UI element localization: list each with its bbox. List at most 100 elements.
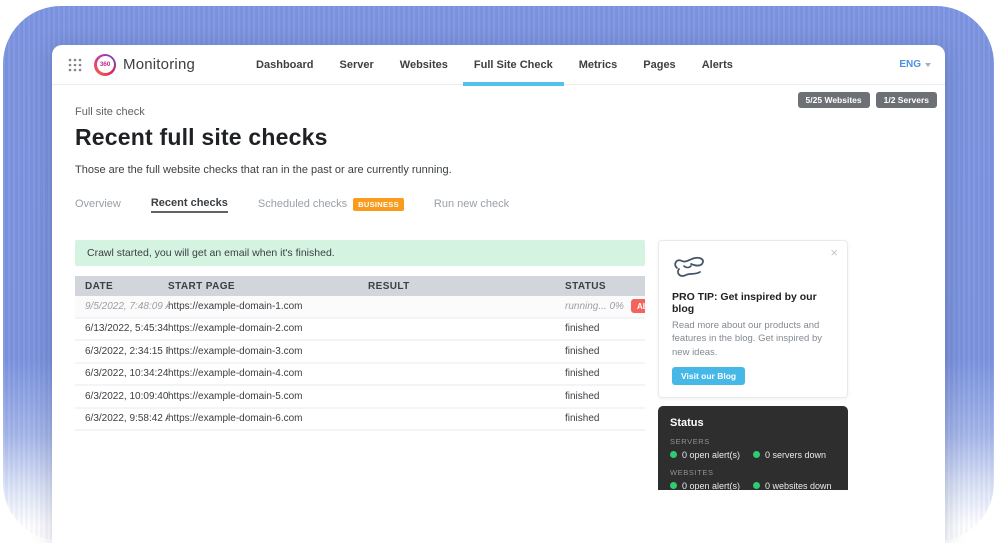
- column-header-result: RESULT: [368, 281, 565, 292]
- column-header-date: DATE: [85, 281, 168, 292]
- cell-start-page: https://example-domain-5.com: [168, 391, 368, 402]
- main-columns: Crawl started, you will get an email whe…: [75, 240, 945, 490]
- green-status-dot-icon: [753, 451, 760, 458]
- status-item: 0 open alert(s): [670, 450, 753, 460]
- nav-item-label: Full Site Check: [474, 59, 553, 71]
- cell-status: finished: [565, 391, 645, 402]
- table-row[interactable]: 6/3/2022, 2:34:15 PM https://example-dom…: [75, 341, 645, 364]
- status-text: finished: [565, 413, 599, 424]
- table-row[interactable]: 6/3/2022, 9:58:42 AM https://example-dom…: [75, 409, 645, 432]
- status-text: finished: [565, 323, 599, 334]
- status-item-label: 0 open alert(s): [682, 481, 740, 490]
- tab-overview[interactable]: Overview: [75, 195, 121, 213]
- status-item-label: 0 open alert(s): [682, 450, 740, 460]
- tab-label: Recent checks: [151, 197, 228, 209]
- app-window: 360 Monitoring Dashboard Server Websites Fu…: [52, 45, 945, 543]
- nav-item-alerts[interactable]: Alerts: [689, 45, 746, 85]
- status-section-heading: WEBSITES: [670, 468, 836, 477]
- column-header-status: STATUS: [565, 281, 645, 292]
- status-section: WEBSITES 0 open alert(s) 0 websites down: [670, 468, 836, 490]
- breadcrumb: Full site check: [75, 106, 945, 118]
- page-content: Full site check Recent full site checks …: [52, 85, 945, 490]
- abort-button[interactable]: Abort: [631, 299, 645, 313]
- apps-grid-icon[interactable]: [68, 58, 82, 72]
- business-badge: BUSINESS: [353, 198, 404, 211]
- pro-tip-body: Read more about our products and feature…: [672, 319, 834, 359]
- status-item: 0 servers down: [753, 450, 836, 460]
- cell-start-page: https://example-domain-1.com: [168, 301, 368, 312]
- cell-status: running... 0% Abort: [565, 299, 645, 313]
- status-text: finished: [565, 346, 599, 357]
- status-section-items: 0 open alert(s) 0 websites down: [670, 481, 836, 490]
- status-section: SERVERS 0 open alert(s) 0 servers down: [670, 437, 836, 460]
- status-section-items: 0 open alert(s) 0 servers down: [670, 450, 836, 460]
- checks-table-header: DATE START PAGE RESULT STATUS: [75, 276, 645, 296]
- status-item: 0 websites down: [753, 481, 836, 490]
- handshake-doodle-icon: [672, 254, 708, 280]
- page-subtitle: Those are the full website checks that r…: [75, 164, 945, 176]
- checks-table-body: 9/5/2022, 7:48:09 AM https://example-dom…: [75, 296, 645, 431]
- nav-item-metrics[interactable]: Metrics: [566, 45, 631, 85]
- status-panel: Status SERVERS 0 open alert(s) 0 servers…: [658, 406, 848, 490]
- tab-recent-checks[interactable]: Recent checks: [151, 195, 228, 213]
- nav-item-label: Pages: [643, 59, 675, 71]
- language-label: ENG: [899, 59, 921, 70]
- cell-date: 9/5/2022, 7:48:09 AM: [85, 301, 168, 312]
- cell-status: finished: [565, 368, 645, 379]
- cell-date: 6/13/2022, 5:45:34 PM: [85, 323, 168, 334]
- nav-item-dashboard[interactable]: Dashboard: [243, 45, 326, 85]
- cell-status: finished: [565, 413, 645, 424]
- cell-date: 6/3/2022, 2:34:15 PM: [85, 346, 168, 357]
- tab-label: Scheduled checks: [258, 198, 347, 210]
- status-panel-body: SERVERS 0 open alert(s) 0 servers down W…: [670, 437, 836, 490]
- green-status-dot-icon: [670, 482, 677, 489]
- checks-column: Crawl started, you will get an email whe…: [75, 240, 645, 490]
- table-row[interactable]: 6/3/2022, 10:09:40 AM https://example-do…: [75, 386, 645, 409]
- nav-item-server[interactable]: Server: [327, 45, 387, 85]
- nav-item-label: Websites: [400, 59, 448, 71]
- column-header-start-page: START PAGE: [168, 281, 368, 292]
- page-title: Recent full site checks: [75, 124, 945, 151]
- top-navigation: 360 Monitoring Dashboard Server Websites Fu…: [52, 45, 945, 85]
- status-text: finished: [565, 391, 599, 402]
- brand-logo-icon[interactable]: 360: [94, 54, 116, 76]
- green-status-dot-icon: [670, 451, 677, 458]
- cell-date: 6/3/2022, 10:09:40 AM: [85, 391, 168, 402]
- status-text: running... 0%: [565, 301, 624, 312]
- tab-label: Run new check: [434, 198, 509, 210]
- close-icon[interactable]: ×: [830, 246, 838, 259]
- status-item: 0 open alert(s): [670, 481, 753, 490]
- cell-date: 6/3/2022, 10:34:24 AM: [85, 368, 168, 379]
- language-selector[interactable]: ENG: [899, 59, 931, 70]
- tab-label: Overview: [75, 198, 121, 210]
- cell-start-page: https://example-domain-6.com: [168, 413, 368, 424]
- brand-name[interactable]: Monitoring: [123, 56, 195, 73]
- sidebar-column: × PRO TIP: Get inspired by our blog Read…: [658, 240, 848, 490]
- table-row[interactable]: 6/13/2022, 5:45:34 PM https://example-do…: [75, 319, 645, 342]
- nav-item-label: Dashboard: [256, 59, 313, 71]
- nav-item-full-site-check[interactable]: Full Site Check: [461, 45, 566, 85]
- primary-nav: Dashboard Server Websites Full Site Check Me…: [243, 45, 746, 85]
- table-row[interactable]: 9/5/2022, 7:48:09 AM https://example-dom…: [75, 296, 645, 319]
- cell-date: 6/3/2022, 9:58:42 AM: [85, 413, 168, 424]
- visit-blog-button[interactable]: Visit our Blog: [672, 367, 745, 385]
- status-panel-title: Status: [670, 417, 836, 429]
- green-status-dot-icon: [753, 482, 760, 489]
- nav-item-pages[interactable]: Pages: [630, 45, 688, 85]
- brand-logo-text: 360: [97, 56, 114, 73]
- status-text: finished: [565, 368, 599, 379]
- tab-run-new-check[interactable]: Run new check: [434, 195, 509, 213]
- tab-scheduled-checks[interactable]: Scheduled checks BUSINESS: [258, 195, 404, 213]
- cell-start-page: https://example-domain-4.com: [168, 368, 368, 379]
- nav-item-label: Metrics: [579, 59, 618, 71]
- status-section-heading: SERVERS: [670, 437, 836, 446]
- pro-tip-card: × PRO TIP: Get inspired by our blog Read…: [658, 240, 848, 398]
- success-alert: Crawl started, you will get an email whe…: [75, 240, 645, 266]
- chevron-down-icon: [925, 63, 931, 67]
- nav-item-websites[interactable]: Websites: [387, 45, 461, 85]
- status-item-label: 0 websites down: [765, 481, 832, 490]
- cell-status: finished: [565, 323, 645, 334]
- table-row[interactable]: 6/3/2022, 10:34:24 AM https://example-do…: [75, 364, 645, 387]
- cell-start-page: https://example-domain-3.com: [168, 346, 368, 357]
- pro-tip-title: PRO TIP: Get inspired by our blog: [672, 291, 834, 315]
